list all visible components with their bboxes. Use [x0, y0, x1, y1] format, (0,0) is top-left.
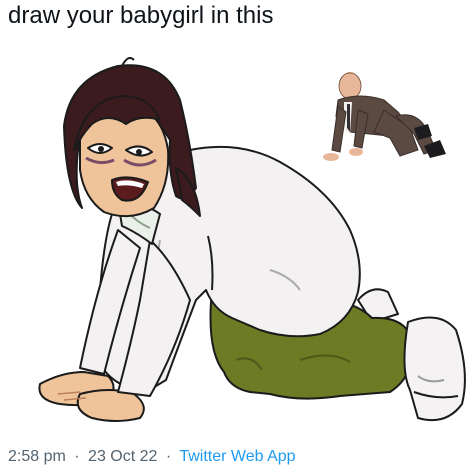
meta-separator: · [74, 448, 80, 465]
meta-separator: · [165, 448, 172, 465]
reference-photo [323, 72, 446, 161]
tweet-metadata: 2:58 pm · 23 Oct 22 · Twitter Web App [8, 448, 296, 466]
tweet-media-image[interactable] [0, 40, 474, 438]
tweet-card: draw your babygirl in this 2:58 pm · 23 … [0, 0, 474, 474]
tweet-source-link[interactable]: Twitter Web App [179, 448, 295, 465]
tweet-text: draw your babygirl in this [8, 2, 274, 29]
tweet-date[interactable]: 23 Oct 22 [88, 448, 157, 465]
tweet-time[interactable]: 2:58 pm [8, 448, 66, 465]
cartoon-drawing [38, 57, 466, 422]
